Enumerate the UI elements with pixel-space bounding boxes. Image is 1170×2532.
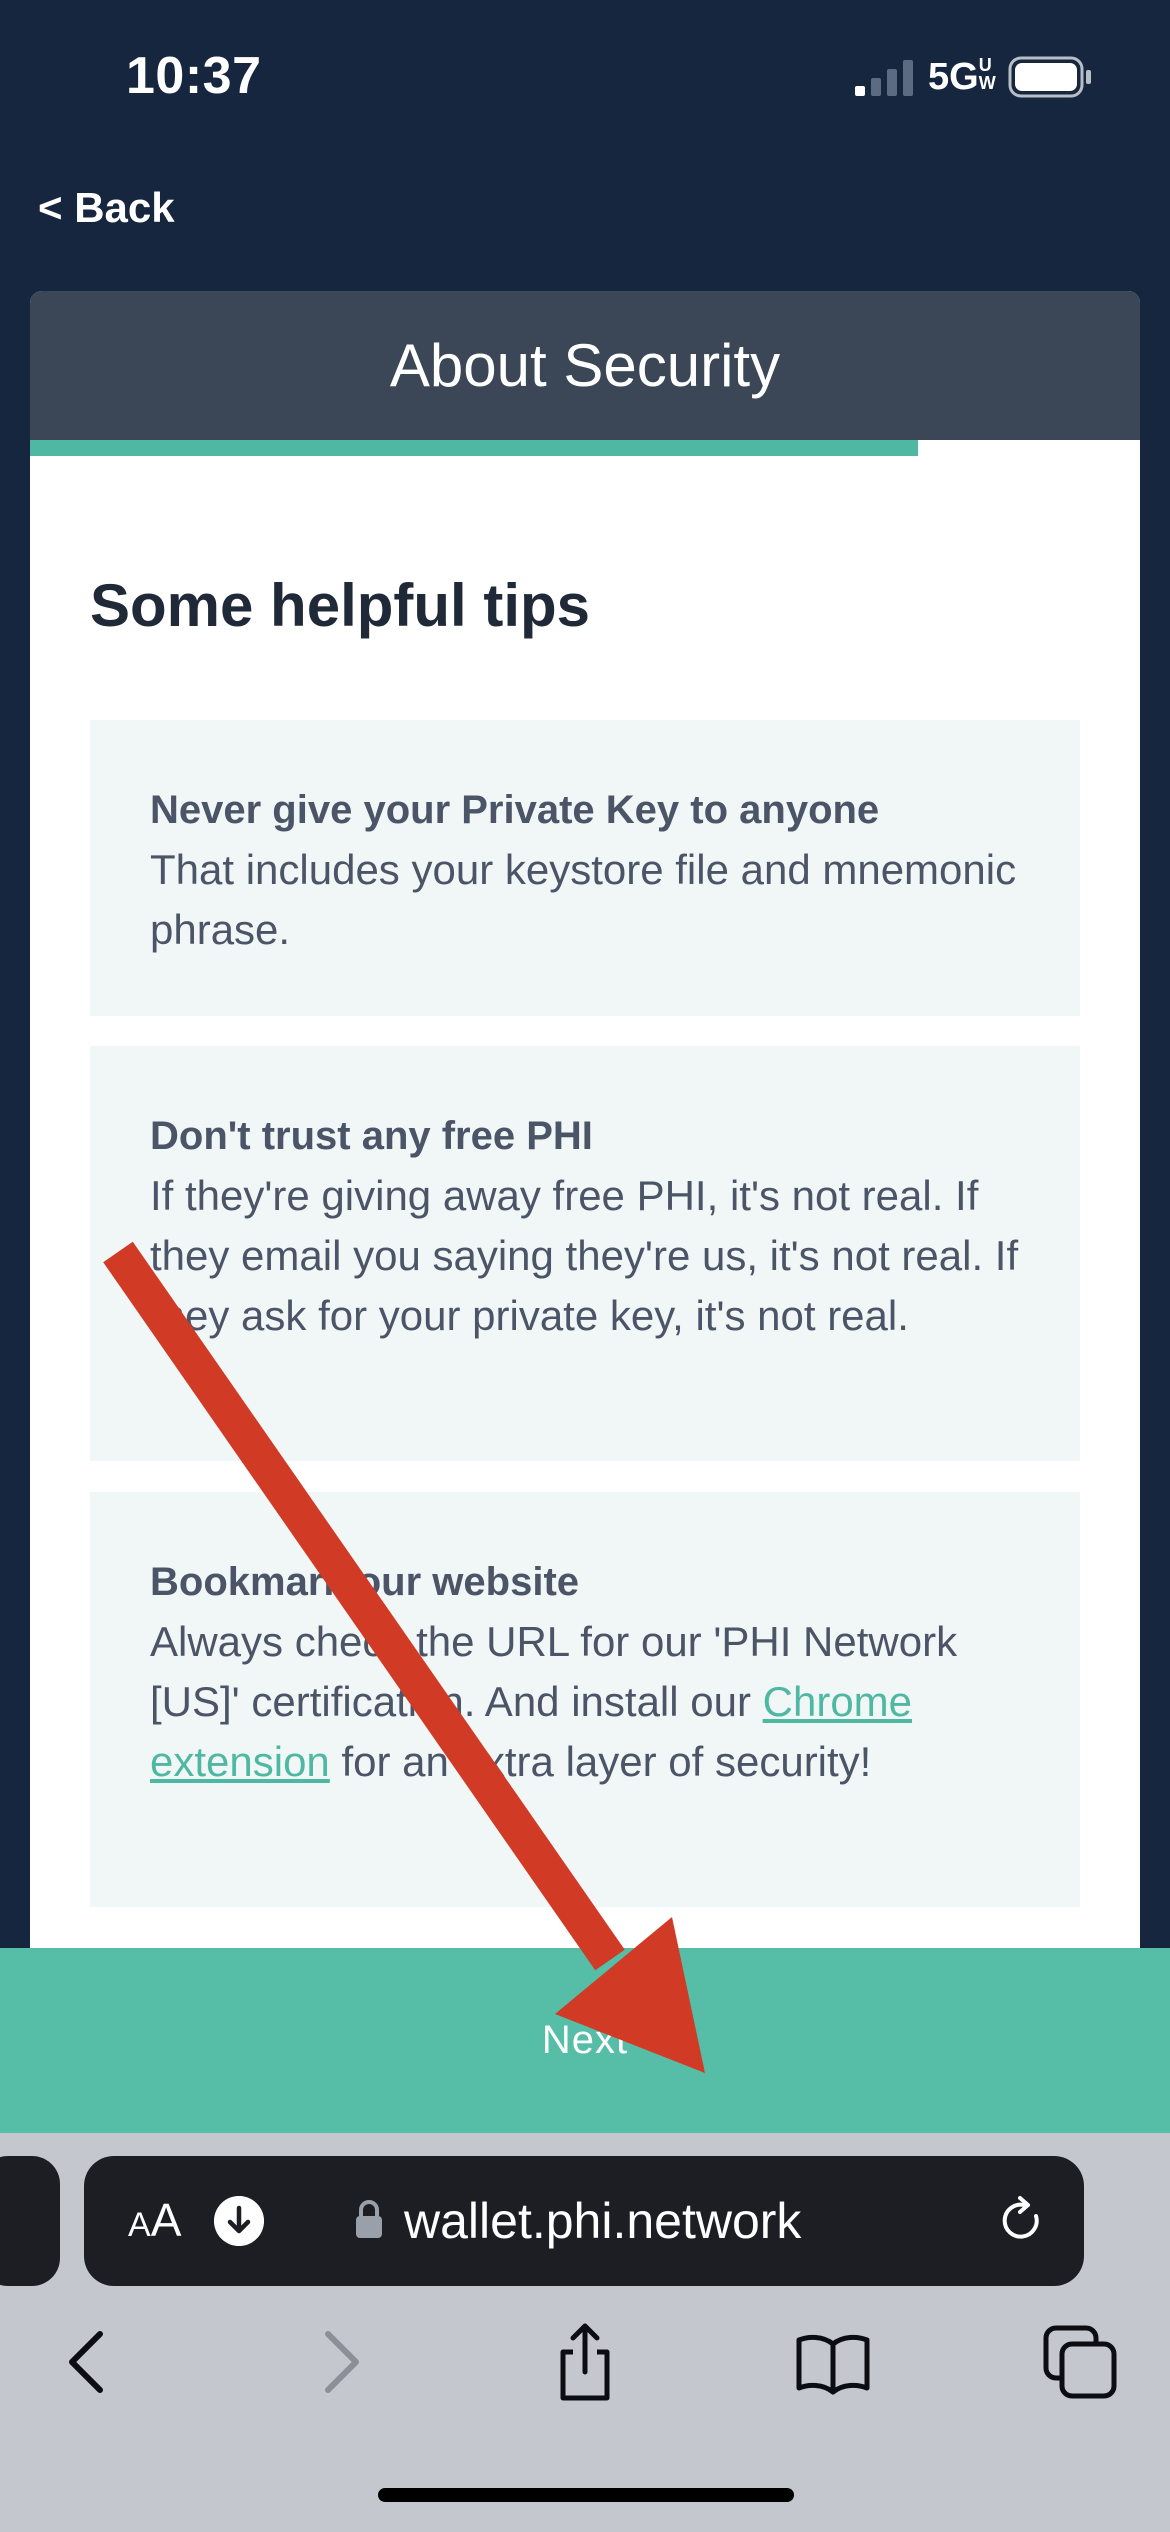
status-bar: 10:37 5GUW — [0, 0, 1170, 150]
tip-title: Never give your Private Key to anyone — [150, 788, 880, 832]
home-indicator — [378, 2488, 794, 2502]
back-link[interactable]: < Back — [38, 184, 175, 232]
cellular-signal-icon — [855, 60, 913, 96]
tips-heading: Some helpful tips — [90, 572, 591, 639]
battery-icon — [1008, 56, 1091, 98]
download-icon[interactable] — [214, 2196, 264, 2246]
tip-title: Don't trust any free PHI — [150, 1114, 593, 1158]
tabs-icon[interactable] — [1040, 2322, 1120, 2402]
tip-body: Always check the URL for our 'PHI Networ… — [150, 1612, 1020, 1792]
progress-bar — [30, 440, 1140, 456]
tip-body: If they're giving away free PHI, it's no… — [150, 1172, 1019, 1339]
progress-fill — [30, 440, 918, 456]
url-text: wallet.phi.network — [404, 2193, 802, 2249]
chevron-right-icon[interactable] — [300, 2322, 380, 2402]
status-time: 10:37 — [126, 47, 262, 105]
share-icon[interactable] — [545, 2322, 625, 2402]
tip-card: Never give your Private Key to anyone Th… — [90, 720, 1080, 1016]
tip-body-text: for an extra layer of security! — [329, 1738, 872, 1785]
tip-card: Bookmark our website Always check the UR… — [90, 1492, 1080, 1907]
book-icon[interactable] — [793, 2322, 873, 2402]
address-bar[interactable]: AA wallet.phi.network — [84, 2156, 1084, 2286]
tip-title: Bookmark our website — [150, 1560, 580, 1604]
tip-card: Don't trust any free PHI If they're givi… — [90, 1046, 1080, 1461]
chevron-left-icon[interactable] — [48, 2322, 128, 2402]
next-button-label: Next — [541, 2018, 629, 2062]
security-card: About Security Some helpful tips Never g… — [30, 291, 1140, 2061]
next-button[interactable]: Next — [0, 1948, 1170, 2133]
text-size-button[interactable]: AA — [128, 2192, 181, 2253]
reload-icon[interactable] — [994, 2194, 1048, 2248]
tip-body: That includes your keystore file and mne… — [150, 846, 1017, 953]
lock-icon — [356, 2200, 382, 2238]
card-header: About Security — [30, 291, 1140, 440]
previous-tab-preview[interactable] — [0, 2156, 60, 2286]
page-title: About Security — [389, 332, 781, 399]
network-label: 5GUW — [928, 55, 996, 98]
